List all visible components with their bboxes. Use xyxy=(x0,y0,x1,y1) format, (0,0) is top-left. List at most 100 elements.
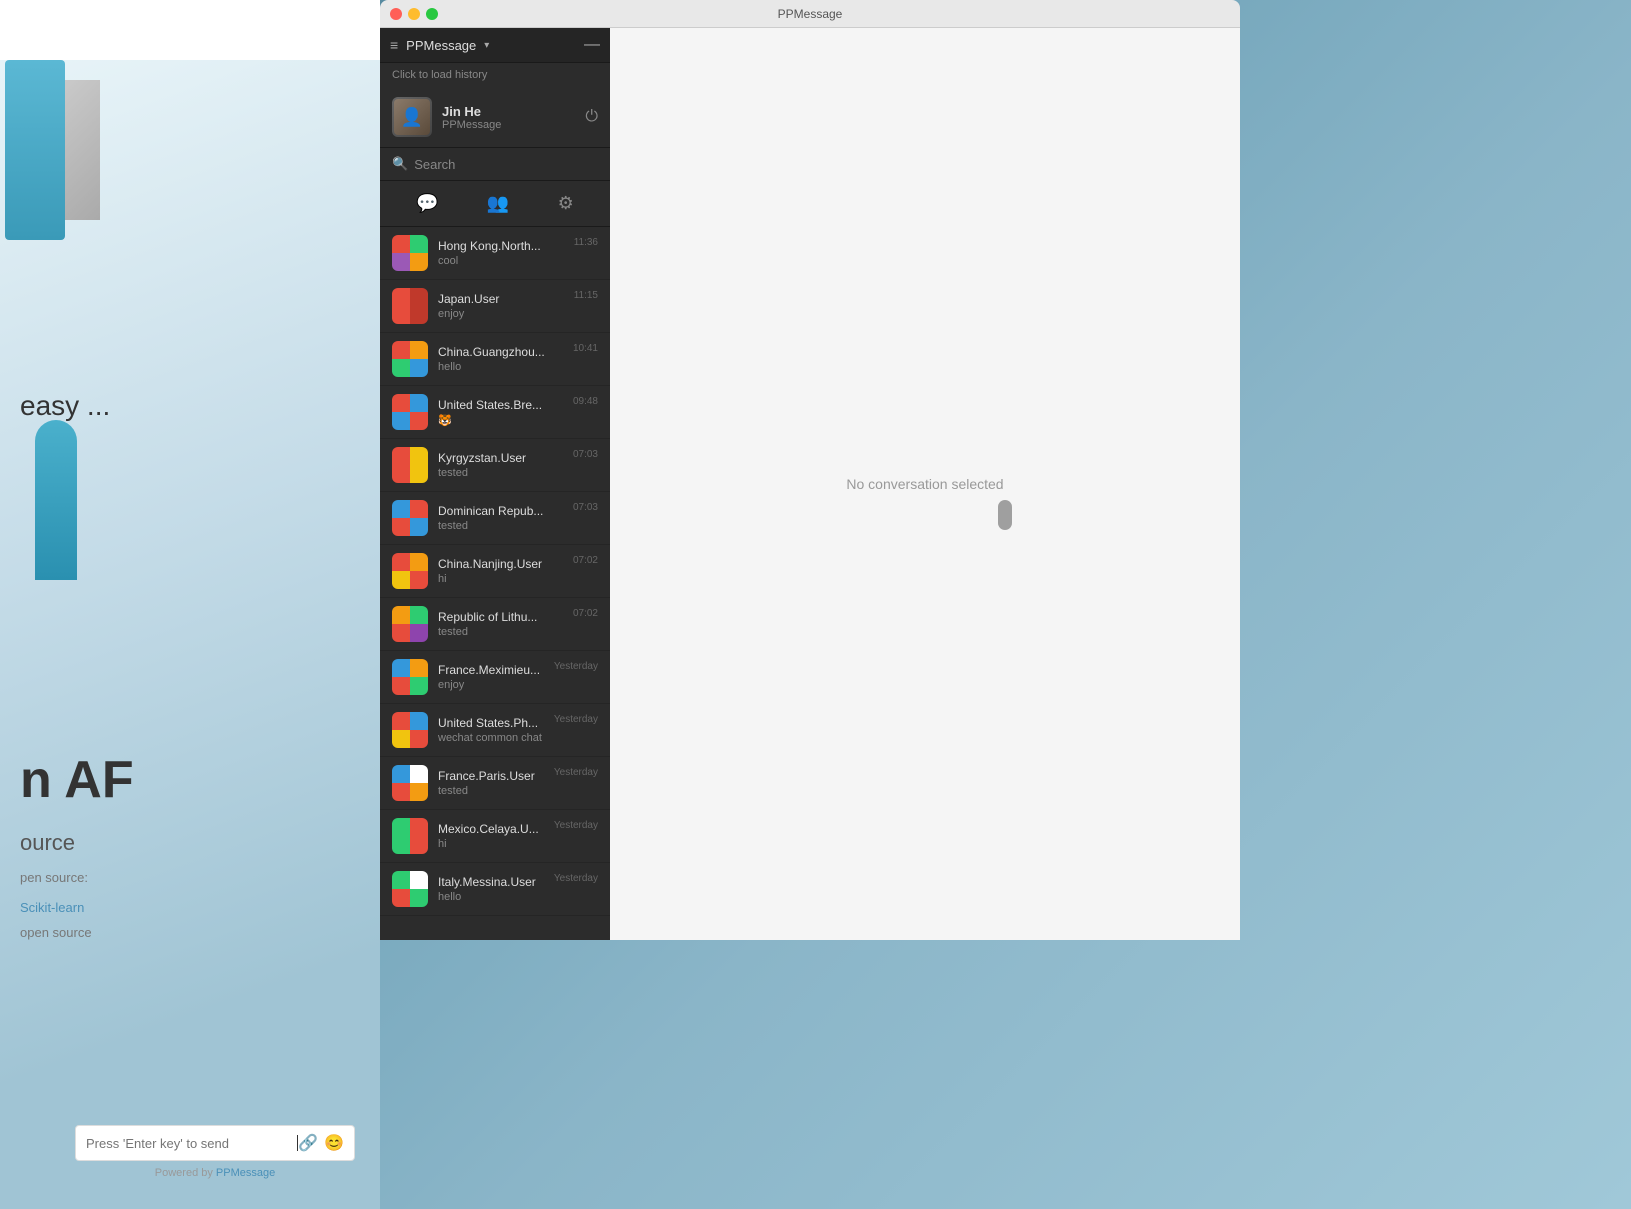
conv-time-3: 10:41 xyxy=(573,343,598,354)
conv-time-6: 07:03 xyxy=(573,502,598,513)
conv-item-7[interactable]: China.Nanjing.User hi 07:02 xyxy=(380,545,610,598)
conv-info-10: United States.Ph... wechat common chat xyxy=(438,716,548,744)
conv-item-4[interactable]: United States.Bre... 🐯 09:48 xyxy=(380,386,610,439)
conv-preview-8: tested xyxy=(438,626,567,638)
conv-name-5: Kyrgyzstan.User xyxy=(438,451,567,465)
conv-avatar-4 xyxy=(392,394,428,430)
search-placeholder: Search xyxy=(414,157,455,172)
contacts-tab[interactable]: 👥 xyxy=(479,189,517,218)
conv-time-10: Yesterday xyxy=(554,714,598,725)
emoji-icon[interactable]: 😊 xyxy=(324,1133,344,1153)
conv-preview-6: tested xyxy=(438,520,567,532)
scikit-link[interactable]: Scikit-learn xyxy=(0,900,104,915)
conv-info-11: France.Paris.User tested xyxy=(438,769,548,797)
settings-tab[interactable]: ⚙ xyxy=(550,189,582,218)
conv-item-3[interactable]: China.Guangzhou... hello 10:41 xyxy=(380,333,610,386)
conv-time-2: 11:15 xyxy=(574,290,598,301)
message-input[interactable] xyxy=(86,1136,297,1151)
conv-preview-9: enjoy xyxy=(438,679,548,691)
conv-name-8: Republic of Lithu... xyxy=(438,610,567,624)
conv-name-10: United States.Ph... xyxy=(438,716,548,730)
avatar: 👤 xyxy=(392,97,432,137)
conv-time-7: 07:02 xyxy=(573,555,598,566)
conv-info-3: China.Guangzhou... hello xyxy=(438,345,567,373)
conv-item-5[interactable]: Kyrgyzstan.User tested 07:03 xyxy=(380,439,610,492)
profile-name: Jin He xyxy=(442,104,585,119)
profile-info: Jin He PPMessage xyxy=(442,104,585,131)
conversation-list: Hong Kong.North... cool 11:36 Japan.User xyxy=(380,227,610,940)
conv-name-2: Japan.User xyxy=(438,292,568,306)
conv-preview-7: hi xyxy=(438,573,567,585)
conv-time-9: Yesterday xyxy=(554,661,598,672)
tab-bar: 💬 👥 ⚙ xyxy=(380,181,610,227)
conv-info-1: Hong Kong.North... cool xyxy=(438,239,568,267)
window-title: PPMessage xyxy=(778,7,843,21)
attachment-icon[interactable]: 🔗 xyxy=(298,1133,318,1153)
conv-item-2[interactable]: Japan.User enjoy 11:15 xyxy=(380,280,610,333)
conv-info-8: Republic of Lithu... tested xyxy=(438,610,567,638)
conv-info-4: United States.Bre... 🐯 xyxy=(438,398,567,427)
minimize-button[interactable] xyxy=(408,8,420,20)
conv-name-7: China.Nanjing.User xyxy=(438,557,567,571)
conv-avatar-3 xyxy=(392,341,428,377)
conv-item-1[interactable]: Hong Kong.North... cool 11:36 xyxy=(380,227,610,280)
conv-name-11: France.Paris.User xyxy=(438,769,548,783)
conv-item-12[interactable]: Mexico.Celaya.U... hi Yesterday xyxy=(380,810,610,863)
sidebar-header-left: ≡ PPMessage ▾ xyxy=(390,37,489,53)
conv-info-2: Japan.User enjoy xyxy=(438,292,568,320)
sidebar-app-name: PPMessage xyxy=(406,38,476,53)
conv-preview-2: enjoy xyxy=(438,308,568,320)
source-label: pen source: xyxy=(0,870,108,885)
search-icon: 🔍 xyxy=(392,156,408,172)
conv-avatar-13 xyxy=(392,871,428,907)
app-window: PPMessage ≡ PPMessage ▾ — Click to load … xyxy=(380,0,1240,940)
sidebar-minimize[interactable]: — xyxy=(584,36,600,54)
conv-avatar-11 xyxy=(392,765,428,801)
chevron-icon: ▾ xyxy=(484,40,489,51)
conv-info-6: Dominican Repub... tested xyxy=(438,504,567,532)
conv-preview-10: wechat common chat xyxy=(438,732,548,744)
af-text: n AF xyxy=(0,750,154,810)
ppmessage-link[interactable]: PPMessage xyxy=(216,1167,275,1179)
conv-item-13[interactable]: Italy.Messina.User hello Yesterday xyxy=(380,863,610,916)
open2-text: open source xyxy=(0,925,112,940)
conv-time-8: 07:02 xyxy=(573,608,598,619)
conv-name-3: China.Guangzhou... xyxy=(438,345,567,359)
conv-item-8[interactable]: Republic of Lithu... tested 07:02 xyxy=(380,598,610,651)
conv-name-13: Italy.Messina.User xyxy=(438,875,548,889)
easy-text: easy ... xyxy=(0,390,130,422)
conv-time-11: Yesterday xyxy=(554,767,598,778)
conv-avatar-12 xyxy=(392,818,428,854)
conv-time-4: 09:48 xyxy=(573,396,598,407)
shape-blue-2 xyxy=(35,420,77,580)
power-icon[interactable]: ⏻ xyxy=(585,108,598,126)
conv-name-12: Mexico.Celaya.U... xyxy=(438,822,548,836)
conv-item-6[interactable]: Dominican Repub... tested 07:03 xyxy=(380,492,610,545)
conv-preview-11: tested xyxy=(438,785,548,797)
scroll-indicator[interactable] xyxy=(998,500,1012,530)
conv-preview-3: hello xyxy=(438,361,567,373)
conv-info-13: Italy.Messina.User hello xyxy=(438,875,548,903)
conv-item-9[interactable]: France.Meximieu... enjoy Yesterday xyxy=(380,651,610,704)
conv-item-11[interactable]: France.Paris.User tested Yesterday xyxy=(380,757,610,810)
history-text[interactable]: Click to load history xyxy=(380,63,610,87)
conv-preview-12: hi xyxy=(438,838,548,850)
powered-by: Powered by PPMessage xyxy=(75,1167,355,1179)
titlebar: PPMessage xyxy=(380,0,1240,28)
conv-avatar-7 xyxy=(392,553,428,589)
conv-avatar-1 xyxy=(392,235,428,271)
conv-avatar-5 xyxy=(392,447,428,483)
conv-item-10[interactable]: United States.Ph... wechat common chat Y… xyxy=(380,704,610,757)
chat-sidebar: ≡ PPMessage ▾ — Click to load history 👤 … xyxy=(380,28,610,940)
search-bar[interactable]: 🔍 Search xyxy=(380,148,610,181)
conv-preview-5: tested xyxy=(438,467,567,479)
conv-info-5: Kyrgyzstan.User tested xyxy=(438,451,567,479)
close-button[interactable] xyxy=(390,8,402,20)
chat-tab[interactable]: 💬 xyxy=(408,189,446,218)
conv-time-5: 07:03 xyxy=(573,449,598,460)
conv-name-4: United States.Bre... xyxy=(438,398,567,412)
left-panel: easy ... n AF ource pen source: Scikit-l… xyxy=(0,0,380,1209)
hamburger-icon[interactable]: ≡ xyxy=(390,37,398,53)
maximize-button[interactable] xyxy=(426,8,438,20)
input-area: 🔗 😊 Powered by PPMessage xyxy=(75,1125,355,1179)
